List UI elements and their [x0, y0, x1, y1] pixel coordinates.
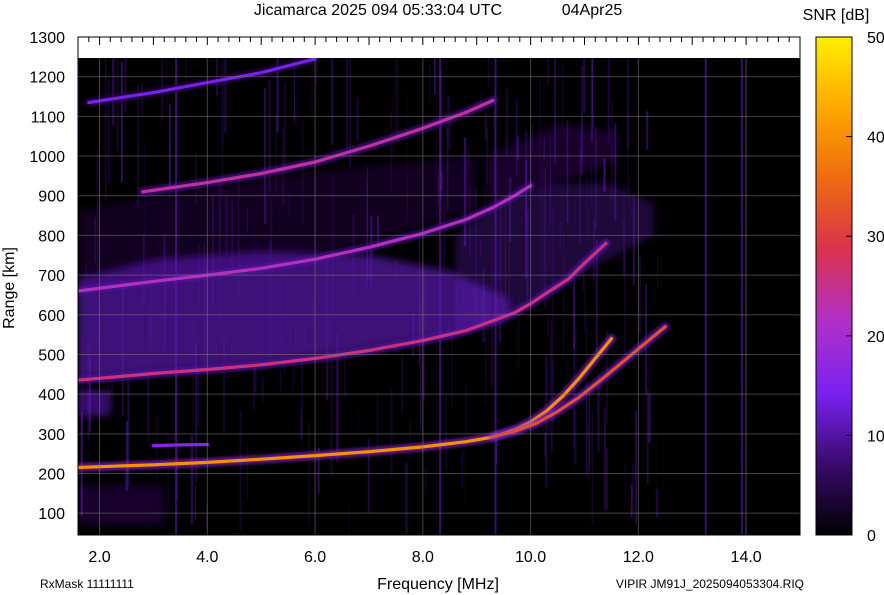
y-tick-label: 800 [38, 228, 65, 245]
x-tick-label: 6.0 [304, 549, 326, 566]
x-tick-label: 8.0 [412, 549, 434, 566]
rxmask-label: RxMask 11111111 [40, 577, 134, 591]
colorbar-label: SNR [dB] [803, 7, 870, 24]
x-tick-label: 4.0 [196, 549, 218, 566]
echo-trace [148, 440, 212, 451]
colorbar-tick-label: 20 [867, 329, 884, 346]
colorbar-tick-label: 40 [867, 130, 884, 147]
x-axis-ticks: 2.0 4.0 6.0 8.0 10.0 12.0 14.0 [88, 549, 761, 566]
y-tick-label: 1200 [29, 70, 65, 87]
x-tick-label: 12.0 [623, 549, 654, 566]
y-tick-label: 1300 [29, 30, 65, 47]
y-tick-label: 100 [38, 506, 65, 523]
chart-title: Jicamarca 2025 094 05:33:04 UTC [254, 2, 502, 19]
spread-echo-region [78, 485, 165, 526]
x-tick-label: 14.0 [731, 549, 762, 566]
colorbar-tick-label: 50 [867, 30, 884, 47]
y-tick-label: 200 [38, 466, 65, 483]
colorbar-tick-label: 0 [867, 528, 876, 545]
y-tick-label: 600 [38, 308, 65, 325]
y-tick-label: 700 [38, 268, 65, 285]
chart-date: 04Apr25 [562, 2, 623, 19]
plot-area [77, 36, 801, 536]
x-tick-label: 2.0 [88, 549, 110, 566]
echo-trace-line [151, 442, 209, 448]
y-tick-label: 500 [38, 347, 65, 364]
y-tick-label: 900 [38, 189, 65, 206]
y-tick-label: 400 [38, 387, 65, 404]
colorbar-tick-label: 30 [867, 229, 884, 246]
y-tick-label: 1000 [29, 149, 65, 166]
colorbar: SNR [dB] 0 10 20 30 40 50 [803, 7, 884, 545]
x-axis-label: Frequency [MHz] [377, 576, 499, 593]
x-tick-label: 10.0 [515, 549, 546, 566]
filename-label: VIPIR JM91J_2025094053304.RIQ [616, 577, 804, 591]
y-tick-label: 1100 [31, 109, 66, 126]
y-tick-label: 300 [38, 427, 65, 444]
colorbar-scale [815, 36, 853, 536]
ionogram-chart: Jicamarca 2025 094 05:33:04 UTC 04Apr25 … [1, 2, 884, 593]
y-axis-label: Range [km] [1, 247, 18, 329]
colorbar-tick-label: 10 [867, 428, 884, 445]
y-axis-ticks: 100 200 300 400 500 600 700 800 900 1000 1100 1200 1… [29, 30, 65, 523]
